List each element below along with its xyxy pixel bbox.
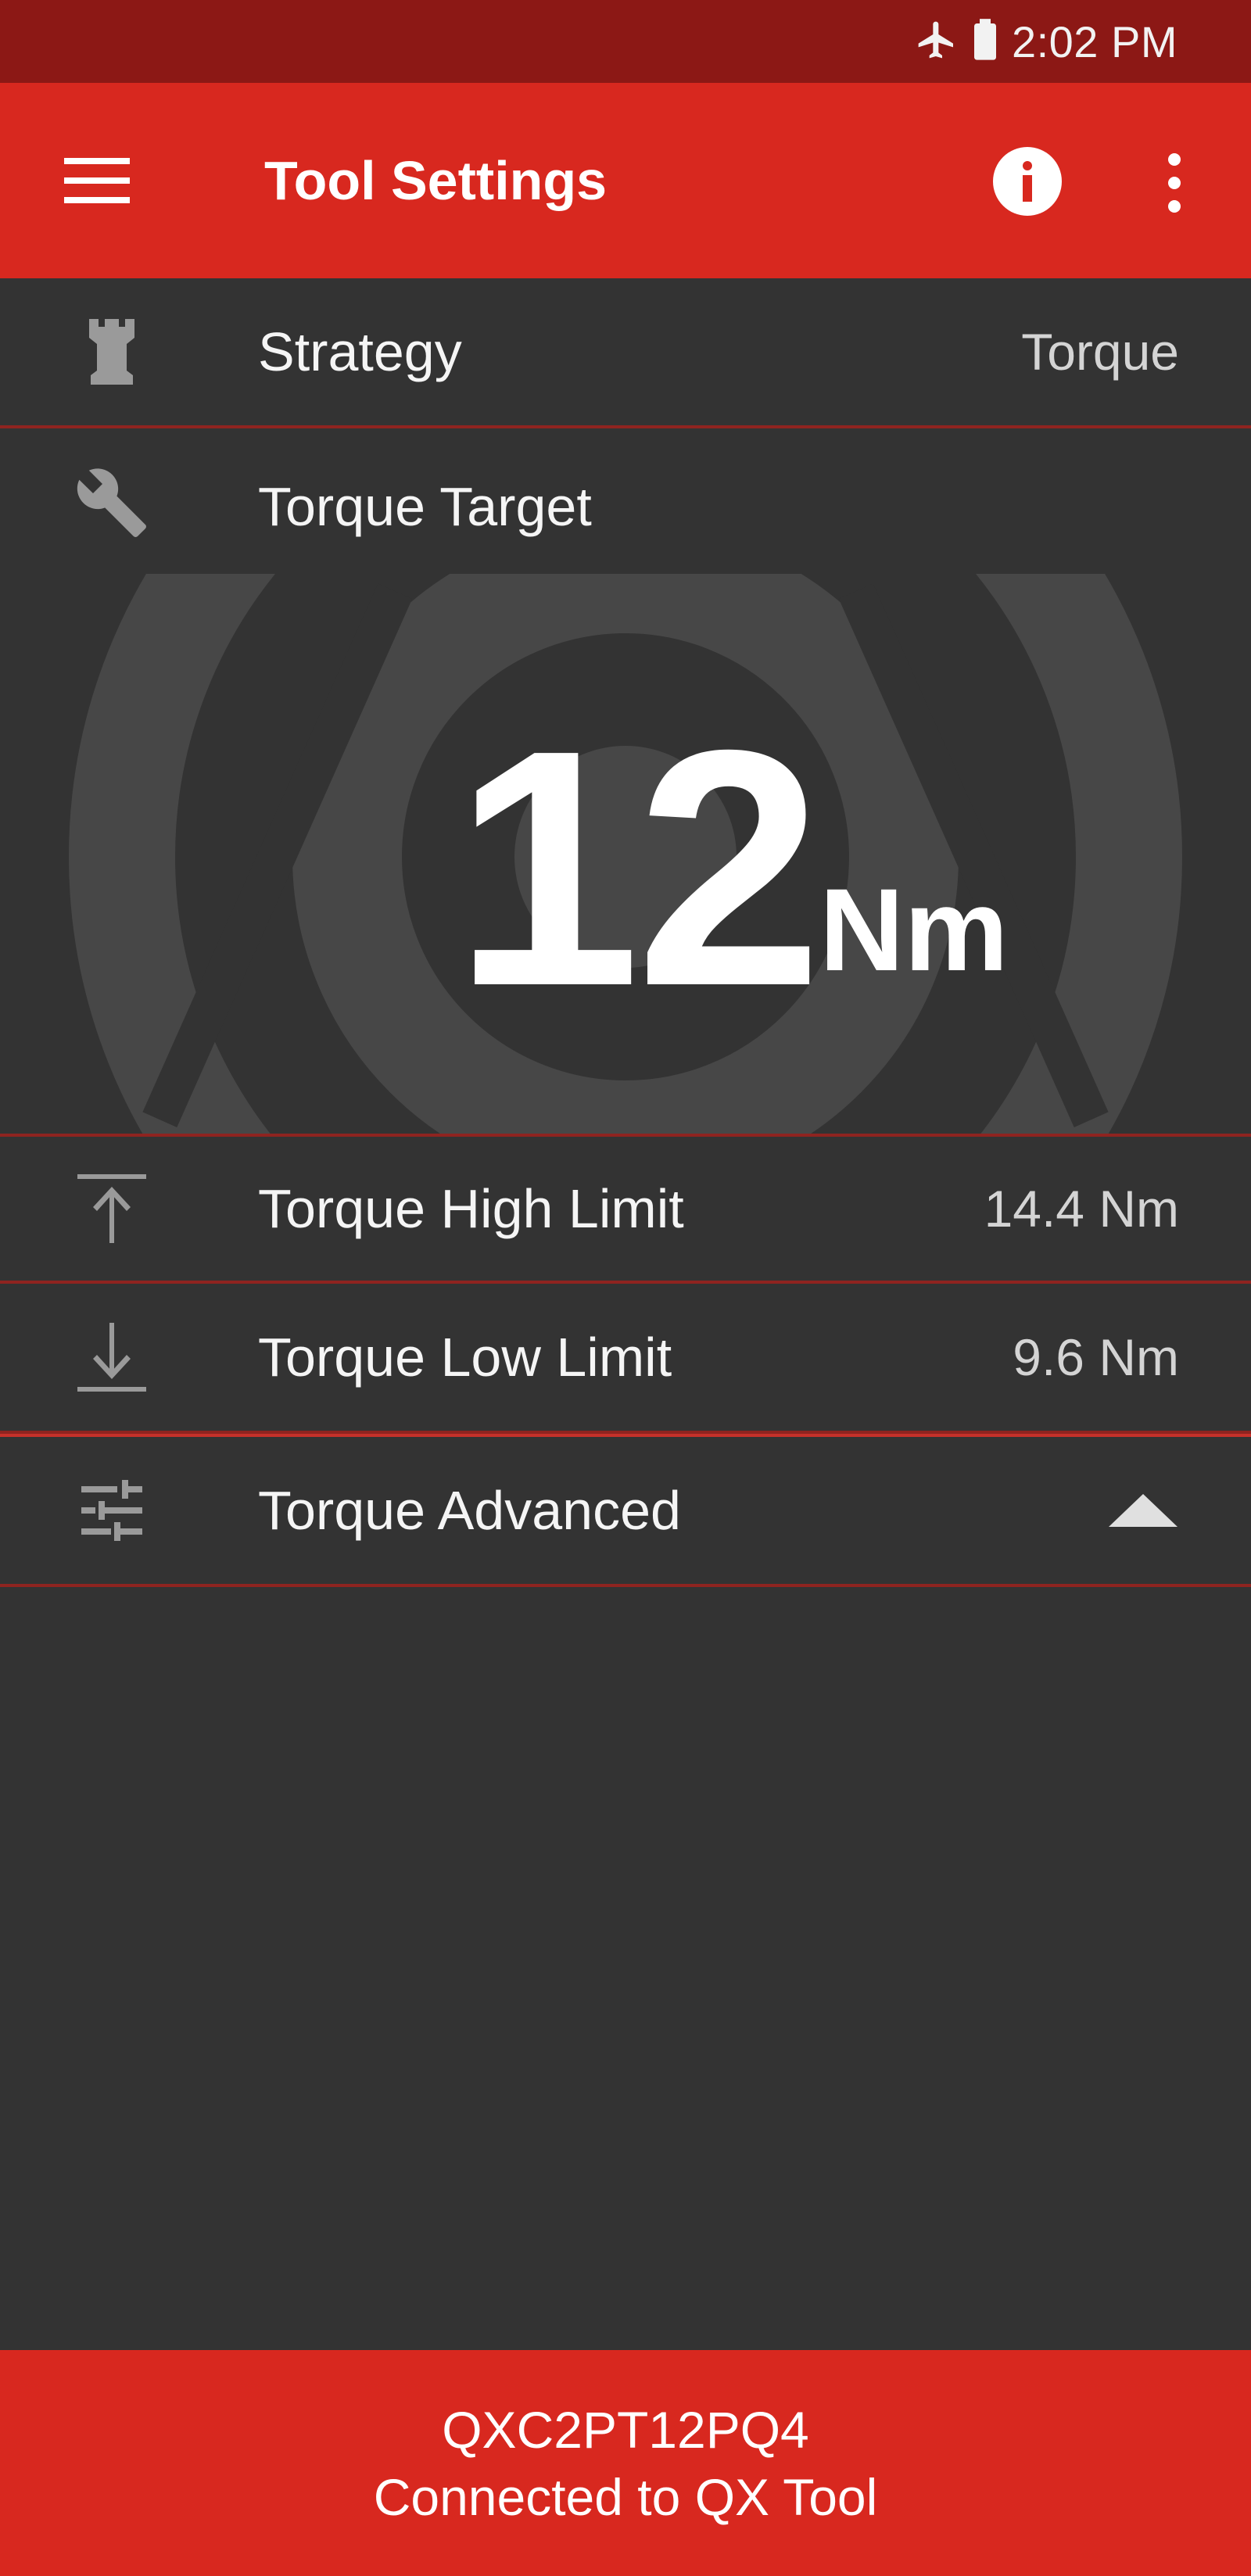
more-vert-icon	[1168, 153, 1181, 213]
connection-status: Connected to QX Tool	[373, 2468, 878, 2526]
torque-advanced-row[interactable]: Torque Advanced	[0, 1434, 1251, 1587]
arrow-down-to-line-icon	[69, 1314, 155, 1400]
strategy-row[interactable]: Strategy Torque	[0, 278, 1251, 428]
torque-high-limit-value: 14.4 Nm	[984, 1180, 1179, 1238]
connection-footer: QXC2PT12PQ4 Connected to QX Tool	[0, 2350, 1251, 2576]
torque-low-limit-row[interactable]: Torque Low Limit 9.6 Nm	[0, 1284, 1251, 1434]
wrench-icon	[69, 460, 155, 546]
triangle-up-icon[interactable]	[1107, 1481, 1179, 1540]
chess-rook-icon	[69, 309, 155, 395]
tool-serial: QXC2PT12PQ4	[442, 2401, 809, 2459]
info-icon	[993, 147, 1062, 216]
torque-target-unit: Nm	[819, 864, 1009, 995]
menu-button[interactable]	[63, 153, 133, 208]
status-time: 2:02 PM	[1011, 16, 1178, 66]
torque-high-limit-row[interactable]: Torque High Limit 14.4 Nm	[0, 1134, 1251, 1284]
torque-low-limit-label: Torque Low Limit	[258, 1327, 672, 1388]
more-options-button[interactable]	[1156, 152, 1193, 214]
strategy-value: Torque	[1021, 323, 1179, 381]
arrow-up-to-line-icon	[69, 1166, 155, 1252]
battery-icon	[970, 18, 1001, 66]
menu-icon	[64, 158, 130, 203]
torque-target-section[interactable]: Torque Target 12 Nm	[0, 428, 1251, 1134]
torque-target-value: 12	[453, 681, 823, 1056]
tool-settings-screen: 2:02 PM Tool Settings Strategy Torque To…	[0, 0, 1251, 2576]
page-title: Tool Settings	[264, 150, 608, 211]
status-bar: 2:02 PM	[0, 0, 1251, 83]
app-bar: Tool Settings	[0, 83, 1251, 278]
torque-target-header: Torque Target	[0, 428, 1251, 577]
tune-sliders-icon	[69, 1467, 155, 1553]
status-icons	[915, 18, 1001, 66]
torque-advanced-label: Torque Advanced	[258, 1480, 681, 1541]
strategy-label: Strategy	[258, 321, 462, 382]
info-button[interactable]	[990, 144, 1065, 219]
airplane-mode-icon	[915, 18, 959, 66]
torque-target-label: Torque Target	[258, 476, 592, 537]
torque-low-limit-value: 9.6 Nm	[1013, 1328, 1179, 1386]
torque-high-limit-label: Torque High Limit	[258, 1178, 684, 1239]
